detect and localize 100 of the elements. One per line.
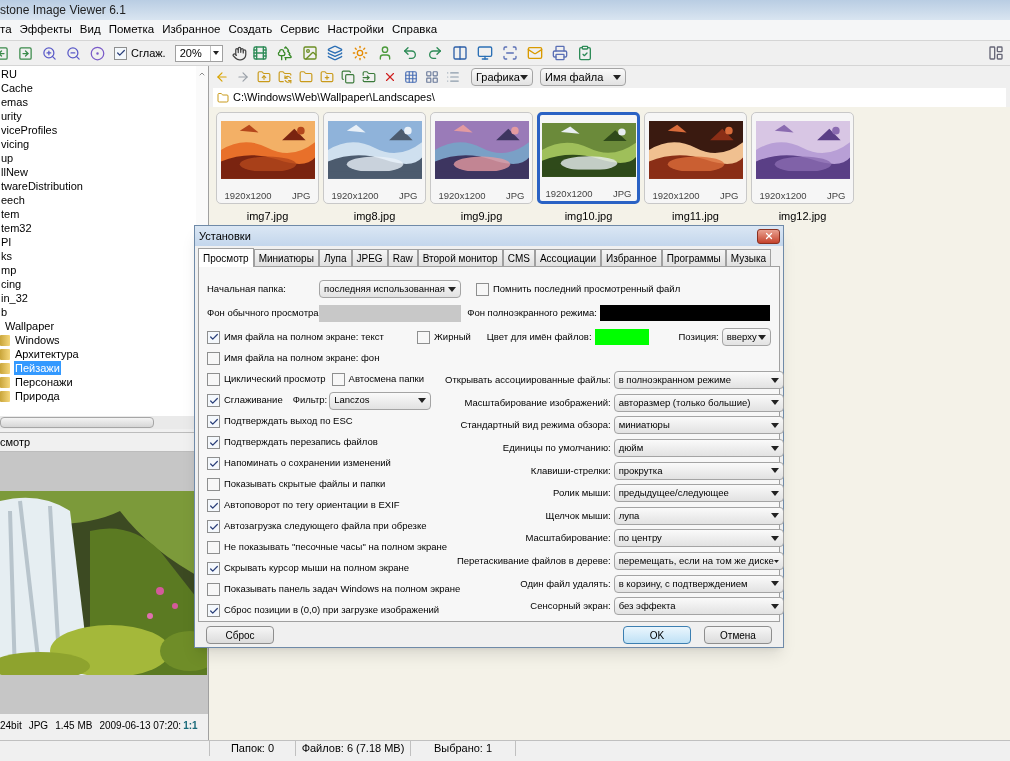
checkbox[interactable] [207,604,220,617]
layers-icon[interactable] [326,45,343,61]
checkbox[interactable] [476,282,489,296]
checkbox[interactable] [207,373,220,386]
zoom-in-icon[interactable] [42,45,57,61]
tab[interactable]: Ассоциации [534,249,602,266]
tab[interactable]: JPEG [351,249,388,266]
tree-item[interactable]: Wallpaper [4,319,56,333]
back-arrow-icon[interactable] [215,70,229,84]
checkbox[interactable] [207,415,220,428]
menu-item[interactable]: Избранное [162,21,221,39]
color-swatch[interactable] [600,305,770,321]
dropdown[interactable]: по центру [613,529,784,548]
tree-item[interactable]: cing [0,277,23,291]
checkbox[interactable] [207,499,220,512]
thumbnail-card[interactable]: 1920x1200 JPG [644,112,747,204]
compare-icon[interactable] [451,45,468,61]
dropdown[interactable]: последняя использованная [319,280,461,298]
tree-item[interactable]: PI [0,235,13,249]
zoom-combo[interactable]: 20% [174,44,223,62]
checkbox[interactable] [207,436,220,449]
image-icon[interactable] [301,45,318,61]
actual-size-icon[interactable] [90,45,105,61]
menu-item[interactable]: Настройки [327,21,384,39]
file-name[interactable]: img11.jpg [672,208,719,225]
dropdown[interactable]: миниатюры [613,416,784,435]
dropdown[interactable]: лупа [613,506,784,525]
grid-icon[interactable] [404,70,418,84]
file-name[interactable]: img8.jpg [353,208,396,225]
panel-layout-icon[interactable] [988,45,1004,61]
scroll-up-icon[interactable] [198,70,206,78]
close-button[interactable] [757,228,780,244]
dropdown[interactable]: перемещать, если на том же диске [613,552,784,571]
rotate-left-icon[interactable] [401,45,418,61]
tab[interactable]: Второй монитор [417,249,503,266]
color-swatch[interactable] [319,304,461,322]
checkbox[interactable] [331,373,345,386]
checkbox[interactable] [207,394,220,407]
cancel-button[interactable]: Отмена [704,626,772,644]
scanner-icon[interactable] [501,45,518,61]
checkbox[interactable] [417,330,431,344]
checkbox[interactable] [207,541,220,554]
tree-item[interactable]: eech [0,193,26,207]
thumbnail-card[interactable]: 1920x1200 JPG [430,112,533,204]
tree-item[interactable]: emas [0,95,29,109]
zoom-ratio[interactable]: 1:1 [183,717,198,733]
tree-item[interactable]: b [0,305,9,319]
dropdown[interactable]: предыдущее/следующее [613,484,784,503]
tree-item[interactable]: viceProfiles [0,123,59,137]
scrollbar-thumb[interactable] [0,417,154,428]
tab[interactable]: Музыка [725,249,772,266]
file-name[interactable]: img10.jpg [564,208,613,225]
tree-item[interactable]: Windows [14,333,61,347]
clipboard-check-icon[interactable] [576,45,593,61]
dropdown[interactable]: вверху [721,328,771,346]
dropdown[interactable]: Графика [471,68,533,86]
menu-item[interactable]: та [0,21,12,39]
tree-item[interactable]: vicing [0,137,31,151]
copy-icon[interactable] [341,70,355,84]
tree-item[interactable]: RU [0,67,18,81]
thumbnails-icon[interactable] [425,70,439,84]
dropdown[interactable]: авторазмер (только большие) [613,393,784,412]
checkbox[interactable] [207,562,220,575]
checkbox[interactable] [207,520,220,533]
dropdown[interactable]: Имя файла [540,68,626,86]
tree-item[interactable]: up [0,151,15,165]
hand-icon[interactable] [231,45,247,61]
tree-item[interactable]: urity [0,109,23,123]
forward-arrow-icon[interactable] [236,70,250,84]
tab[interactable]: Избранное [601,249,662,266]
tree-icon[interactable] [276,45,293,61]
tree-item[interactable]: Природа [14,389,61,403]
tree-item[interactable]: Cache [0,81,34,95]
checkbox[interactable] [114,46,127,60]
menu-item[interactable]: Эффекты [19,21,72,39]
tree-item[interactable]: tem32 [0,221,33,235]
checkbox[interactable] [207,352,220,365]
monitor-icon[interactable] [476,45,493,61]
printer-icon[interactable] [551,45,568,61]
color-swatch[interactable] [594,329,649,345]
menu-item[interactable]: Создать [228,21,273,39]
thumbnail-card[interactable]: 1920x1200 JPG [323,112,426,204]
tab[interactable]: Миниатюры [253,249,319,266]
film-icon[interactable] [251,45,268,61]
dropdown[interactable]: дюйм [613,439,784,458]
rotate-right-icon[interactable] [426,45,443,61]
checkbox[interactable] [207,478,220,491]
dropdown[interactable]: прокрутка [613,461,784,480]
tab[interactable]: Лупа [318,249,352,266]
move-icon[interactable] [362,70,376,84]
dropdown[interactable]: в полноэкранном режиме [613,371,784,390]
tree-item[interactable]: twareDistribution [0,179,84,193]
tab[interactable]: Raw [387,249,418,266]
tree-item[interactable]: llNew [0,165,29,179]
tree-item[interactable]: tem [0,207,21,221]
menu-item[interactable]: Вид [79,21,101,39]
checkbox[interactable] [207,330,220,344]
zoom-out-icon[interactable] [66,45,81,61]
file-name[interactable]: img12.jpg [778,208,827,225]
file-name[interactable]: img9.jpg [460,208,503,225]
